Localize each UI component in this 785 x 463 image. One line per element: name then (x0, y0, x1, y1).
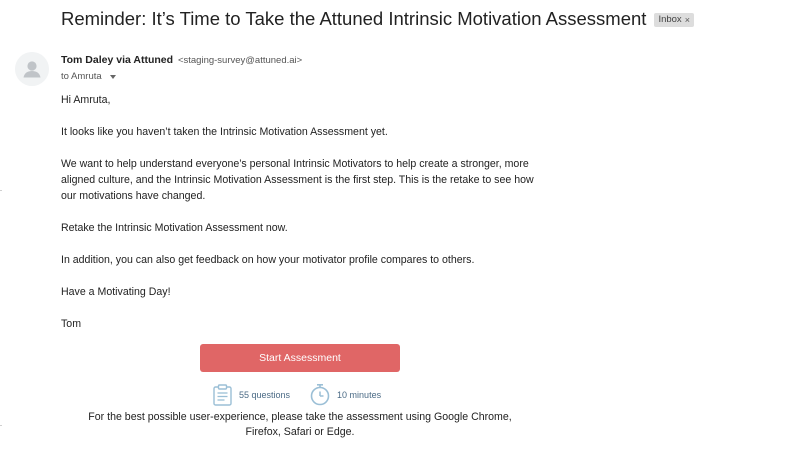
duration: 10 minutes (337, 389, 382, 400)
inbox-label-chip[interactable]: Inbox × (654, 13, 694, 27)
questions-count: 55 questions (239, 389, 291, 400)
greeting: Hi Amruta, (61, 94, 111, 106)
remove-label-icon[interactable]: × (685, 15, 690, 25)
duration-item: 10 minutes (309, 383, 381, 406)
caret-down-icon[interactable] (109, 74, 116, 79)
sender-line: Tom Daley via Attuned <staging-survey@at… (61, 54, 302, 66)
sign-off: Have a Motivating Day! (61, 286, 171, 298)
sender-name[interactable]: Tom Daley via Attuned (61, 54, 173, 66)
email-subject: Reminder: It’s Time to Take the Attuned … (61, 8, 647, 29)
questions-count-item: 55 questions (212, 383, 291, 406)
body-paragraph: It looks like you haven’t taken the Intr… (61, 126, 388, 138)
margin-mark (0, 425, 2, 426)
browser-recommendation: For the best possible user-experience, p… (88, 411, 512, 438)
email-body: Hi Amruta, It looks like you haven’t tak… (61, 92, 551, 348)
margin-mark (0, 190, 2, 191)
sender-avatar[interactable] (15, 52, 49, 86)
person-silhouette-icon (15, 52, 49, 86)
assessment-meta: 55 questions 10 minutes (212, 383, 381, 406)
body-paragraph: Retake the Intrinsic Motivation Assessme… (61, 222, 288, 234)
signature: Tom (61, 318, 82, 330)
stopwatch-icon (310, 383, 330, 406)
recipient-line: to Amruta (61, 71, 116, 82)
sender-email: <staging-survey@attuned.ai> (177, 55, 303, 66)
recipient-text: to Amruta (61, 71, 102, 82)
inbox-label-text: Inbox (658, 14, 682, 25)
start-assessment-button[interactable]: Start Assessment (200, 344, 400, 372)
clipboard-icon (213, 383, 232, 406)
body-paragraph: In addition, you can also get feedback o… (61, 254, 475, 266)
email-subject-row: Reminder: It’s Time to Take the Attuned … (61, 8, 694, 30)
body-paragraph: We want to help understand everyone’s pe… (61, 158, 534, 202)
